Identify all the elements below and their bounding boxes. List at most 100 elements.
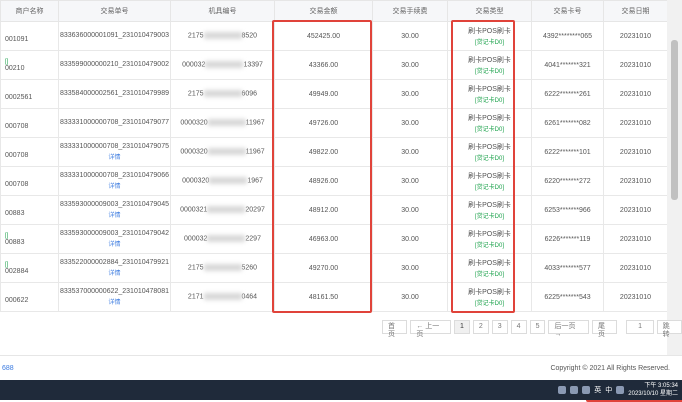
pager-page-5[interactable]: 5 xyxy=(529,320,546,334)
cell-device: 2175 5260 xyxy=(170,253,275,283)
redacted-blur xyxy=(203,90,242,98)
pager-last[interactable]: 尾页 xyxy=(592,320,618,338)
pager-goto-input[interactable]: 1 xyxy=(626,320,654,334)
vertical-scrollbar[interactable] xyxy=(667,0,682,355)
cell-fee: 30.00 xyxy=(372,195,448,225)
merchant-code: 00883 xyxy=(5,210,25,217)
cell-fee: 30.00 xyxy=(372,21,448,51)
cell-date: 20231010 xyxy=(603,166,667,196)
cell-device: 0000320 1967 xyxy=(170,166,275,196)
clock-date: 2023/10/10 星期二 xyxy=(628,391,678,397)
pager-next[interactable]: 后一页 → xyxy=(548,320,590,338)
table-header-row: 商户名称 交易单号 机具编号 交易金额 交易手续费 交易类型 交易卡号 交易日期 xyxy=(0,0,667,22)
cell-merchant: 000708 xyxy=(0,137,59,167)
ime-english-indicator[interactable]: 英 xyxy=(594,385,601,395)
header-fee[interactable]: 交易手续费 xyxy=(372,0,448,22)
cell-fee: 30.00 xyxy=(372,224,448,254)
merchant-code: 000708 xyxy=(5,181,29,188)
cell-card: 6220*******272 xyxy=(531,166,604,196)
device-suffix: 2297 xyxy=(245,235,261,243)
merchant-code: 002884 xyxy=(5,268,29,275)
scrollbar-thumb[interactable] xyxy=(671,40,678,200)
detail-link[interactable]: 详情 xyxy=(59,210,170,219)
device-prefix: 2175 xyxy=(187,90,204,98)
footer-copyright: Copyright © 2021 All Rights Reserved. xyxy=(550,365,670,372)
cell-merchant: 00883 xyxy=(0,195,59,225)
windows-taskbar: 英 中 下午 3:05:34 2023/10/10 星期二 xyxy=(0,380,682,400)
cell-device: 0000320 11967 xyxy=(170,108,275,138)
device-suffix: 1967 xyxy=(247,177,263,185)
device-suffix: 0464 xyxy=(241,293,258,301)
cell-device: 2175 8520 xyxy=(170,21,275,51)
device-suffix: 20297 xyxy=(245,206,265,214)
device-prefix: 0000320 xyxy=(182,177,210,185)
network-icon[interactable] xyxy=(570,386,579,394)
header-merchant[interactable]: 商户名称 xyxy=(0,0,59,22)
header-device[interactable]: 机具编号 xyxy=(170,0,275,22)
order-number: 833522000002884_231010479921 xyxy=(59,259,169,266)
device-prefix: 000032 xyxy=(182,61,206,69)
cell-fee: 30.00 xyxy=(372,50,448,80)
cell-order: 833593000009003_231010479045 详情 xyxy=(58,195,171,225)
cell-device: 000032 13397 xyxy=(170,50,275,80)
device-prefix: 2171 xyxy=(187,293,204,301)
cell-date: 20231010 xyxy=(603,224,667,254)
cell-date: 20231010 xyxy=(603,108,667,138)
device-suffix: 8520 xyxy=(241,32,258,40)
pager-page-3[interactable]: 3 xyxy=(491,320,508,334)
pager-page-1[interactable]: 1 xyxy=(453,320,470,334)
app-icon[interactable] xyxy=(558,386,567,394)
cell-card: 4392********065 xyxy=(531,21,604,51)
detail-link[interactable]: 详情 xyxy=(59,239,170,248)
cell-date: 20231010 xyxy=(603,50,667,80)
detail-link[interactable]: 详情 xyxy=(59,297,170,306)
notification-icon[interactable] xyxy=(616,386,625,394)
device-prefix: 2175 xyxy=(187,32,204,40)
detail-link[interactable]: 详情 xyxy=(59,181,170,190)
device-suffix: 6096 xyxy=(241,90,258,98)
order-number: 833599000000210_231010479002 xyxy=(59,60,169,68)
cell-card: 6261*******082 xyxy=(531,108,604,138)
type-column-highlight xyxy=(451,20,515,313)
header-card[interactable]: 交易卡号 xyxy=(531,0,604,22)
redacted-blur xyxy=(203,293,242,301)
pager-first[interactable]: 首页 xyxy=(382,320,408,338)
cell-card: 4033*******577 xyxy=(531,253,604,283)
cell-device: 000032 2297 xyxy=(170,224,275,254)
cell-order: 833636000001091_231010479003 xyxy=(58,21,171,51)
order-number: 833331000000708_231010479066 xyxy=(59,172,169,179)
clock-time: 下午 3:05:34 xyxy=(644,383,678,389)
detail-link[interactable]: 详情 xyxy=(59,268,170,277)
cell-order: 833522000002884_231010479921 详情 xyxy=(58,253,171,283)
header-date[interactable]: 交易日期 xyxy=(603,0,667,22)
cell-date: 20231010 xyxy=(603,195,667,225)
header-amount[interactable]: 交易金额 xyxy=(274,0,373,22)
device-prefix: 0000321 xyxy=(180,206,208,214)
cell-card: 6222*******101 xyxy=(531,137,604,167)
pager-page-2[interactable]: 2 xyxy=(472,320,489,334)
header-type[interactable]: 交易类型 xyxy=(447,0,532,22)
order-number: 833331000000708_231010479077 xyxy=(59,118,169,126)
cell-date: 20231010 xyxy=(603,253,667,283)
merchant-code: 0002561 xyxy=(5,94,33,101)
ime-chinese-indicator[interactable]: 中 xyxy=(605,385,612,395)
merchant-code: 000708 xyxy=(5,152,29,159)
pager-prev[interactable]: ← 上一页 xyxy=(410,320,451,338)
device-prefix: 0000320 xyxy=(180,119,208,127)
merchant-code: 00210 xyxy=(5,65,25,72)
volume-icon[interactable] xyxy=(582,386,591,394)
pager-goto-button[interactable]: 跳转 xyxy=(656,320,682,338)
taskbar-clock[interactable]: 下午 3:05:34 2023/10/10 星期二 xyxy=(628,382,678,398)
amount-column-highlight xyxy=(272,20,372,313)
footer-left-text[interactable]: 688 xyxy=(2,365,14,372)
cell-fee: 30.00 xyxy=(372,282,448,312)
pager-page-4[interactable]: 4 xyxy=(510,320,527,334)
device-suffix: 5260 xyxy=(241,264,258,272)
cell-merchant: 000708 xyxy=(0,108,59,138)
redacted-blur xyxy=(203,32,242,40)
device-prefix: 0000320 xyxy=(180,148,208,156)
redacted-blur xyxy=(205,61,244,69)
header-order[interactable]: 交易单号 xyxy=(58,0,171,22)
cell-fee: 30.00 xyxy=(372,166,448,196)
detail-link[interactable]: 详情 xyxy=(59,152,170,161)
